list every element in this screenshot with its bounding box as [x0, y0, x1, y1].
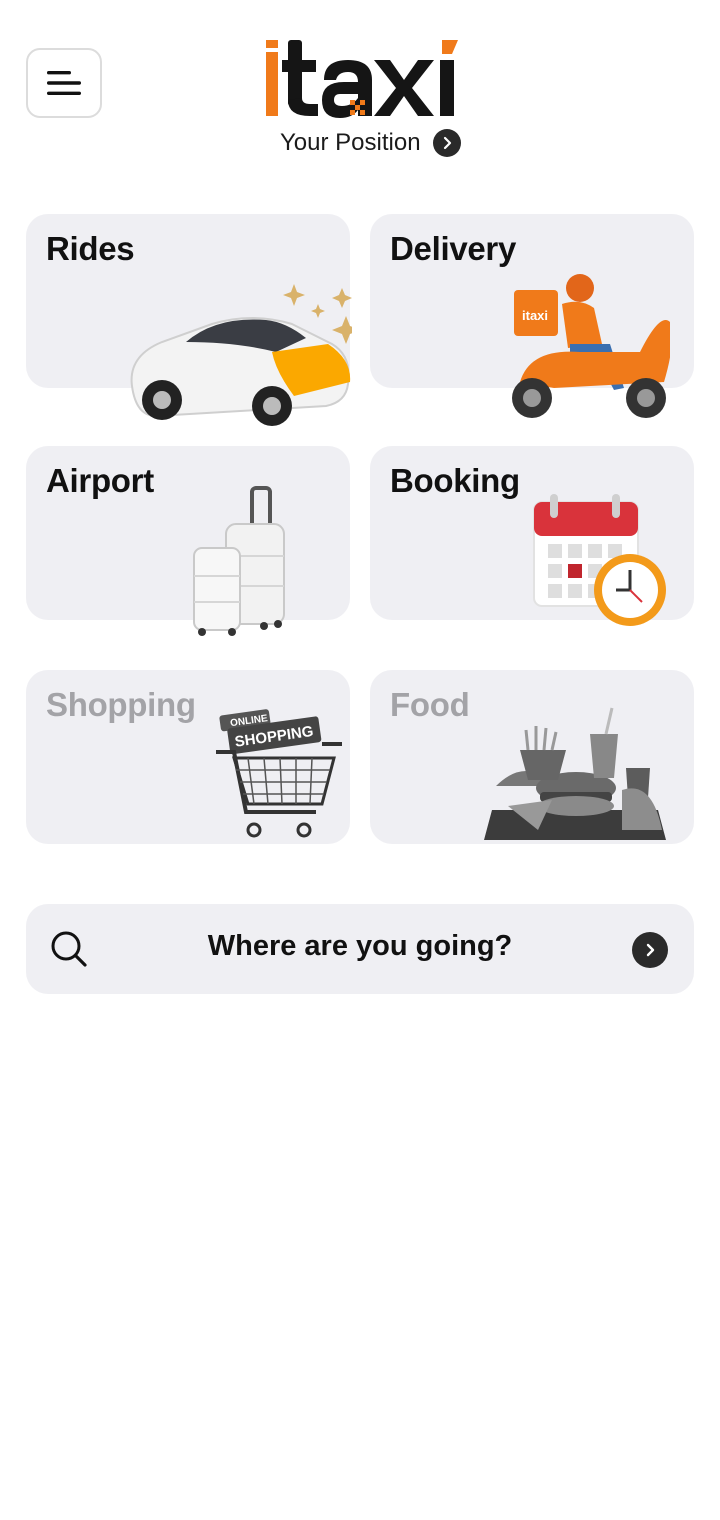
card-title-food: Food: [390, 686, 470, 723]
position-label: Your Position: [280, 129, 421, 156]
service-card-food[interactable]: Food: [370, 670, 694, 844]
destination-search-bar[interactable]: Where are you going?: [26, 904, 694, 994]
calendar-clock-icon: [533, 494, 666, 626]
card-title-booking: Booking: [390, 462, 520, 499]
search-label: Where are you going?: [207, 930, 513, 962]
service-card-rides[interactable]: Rides: [26, 214, 352, 426]
luggage-icon: [193, 486, 285, 636]
service-card-delivery[interactable]: Delivery itaxi: [370, 214, 694, 418]
card-title-airport: Airport: [46, 462, 154, 499]
food-tray-icon: [484, 707, 666, 840]
service-card-airport[interactable]: Airport: [26, 446, 350, 636]
hamburger-menu-icon: [47, 71, 81, 95]
itaxi-logo: itaxi: [266, 40, 458, 118]
service-card-shopping[interactable]: Shopping ONLINE SHOPPING: [26, 670, 350, 844]
card-title-rides: Rides: [46, 230, 135, 267]
delivery-scooter-icon: itaxi: [512, 274, 670, 418]
chevron-right-icon[interactable]: [632, 932, 668, 968]
shopping-cart-icon: ONLINE SHOPPING: [216, 709, 342, 838]
chevron-right-icon: [432, 129, 461, 157]
car-icon: [130, 284, 352, 426]
svg-text:itaxi: itaxi: [522, 308, 548, 323]
card-title-delivery: Delivery: [390, 230, 517, 267]
card-title-shopping: Shopping: [46, 686, 196, 723]
menu-button[interactable]: [26, 48, 102, 118]
service-card-booking[interactable]: Booking: [370, 446, 694, 626]
position-selector[interactable]: Your Position: [280, 126, 461, 160]
